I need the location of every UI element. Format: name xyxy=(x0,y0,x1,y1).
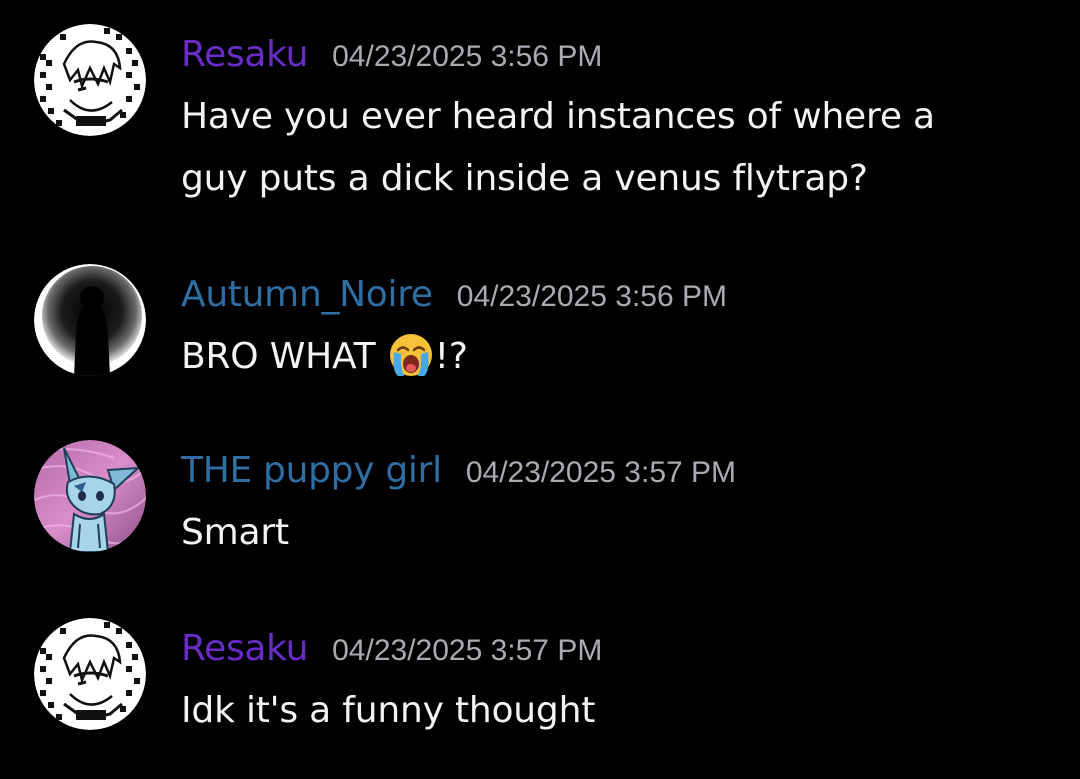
message-content: Idk it's a funny thought xyxy=(181,680,595,742)
message-header: Resaku 04/23/2025 3:56 PM xyxy=(181,34,602,75)
message-header: Resaku 04/23/2025 3:57 PM xyxy=(181,628,602,669)
message-header: Autumn_Noire 04/23/2025 3:56 PM xyxy=(181,274,727,315)
timestamp: 04/23/2025 3:56 PM xyxy=(332,40,603,73)
timestamp: 04/23/2025 3:57 PM xyxy=(465,456,737,489)
dark-silhouette-avatar-icon xyxy=(34,264,146,376)
loudly-crying-face-emoji-icon[interactable] xyxy=(388,332,434,378)
username[interactable]: Autumn_Noire xyxy=(181,274,433,315)
username[interactable]: Resaku xyxy=(181,34,308,75)
message-content: BRO WHAT !? xyxy=(181,326,468,388)
timestamp: 04/23/2025 3:57 PM xyxy=(332,634,603,667)
glaceon-avatar-icon xyxy=(34,440,146,552)
message-text: !? xyxy=(434,336,468,377)
username[interactable]: Resaku xyxy=(181,628,308,669)
avatar-resaku[interactable] xyxy=(34,24,146,136)
message-text-line: Idk it's a funny thought xyxy=(181,690,596,731)
anime-character-avatar-icon xyxy=(34,618,146,730)
username[interactable]: THE puppy girl xyxy=(181,450,442,491)
message-text-line: Have you ever heard instances of where a xyxy=(181,96,935,137)
timestamp: 04/23/2025 3:56 PM xyxy=(456,280,727,313)
message-content: Have you ever heard instances of where a… xyxy=(181,86,935,210)
message-text-line: guy puts a dick inside a venus flytrap? xyxy=(181,158,868,199)
anime-character-avatar-icon xyxy=(34,24,146,136)
message-text: BRO WHAT xyxy=(181,336,387,377)
avatar-the-puppy-girl[interactable] xyxy=(34,440,146,552)
message-text-line: BRO WHAT !? xyxy=(181,326,468,388)
message-header: THE puppy girl 04/23/2025 3:57 PM xyxy=(181,450,736,491)
message-content: Smart xyxy=(181,502,289,564)
message-text-line: Smart xyxy=(181,512,289,553)
avatar-resaku[interactable] xyxy=(34,618,146,730)
avatar-autumn-noire[interactable] xyxy=(34,264,146,376)
